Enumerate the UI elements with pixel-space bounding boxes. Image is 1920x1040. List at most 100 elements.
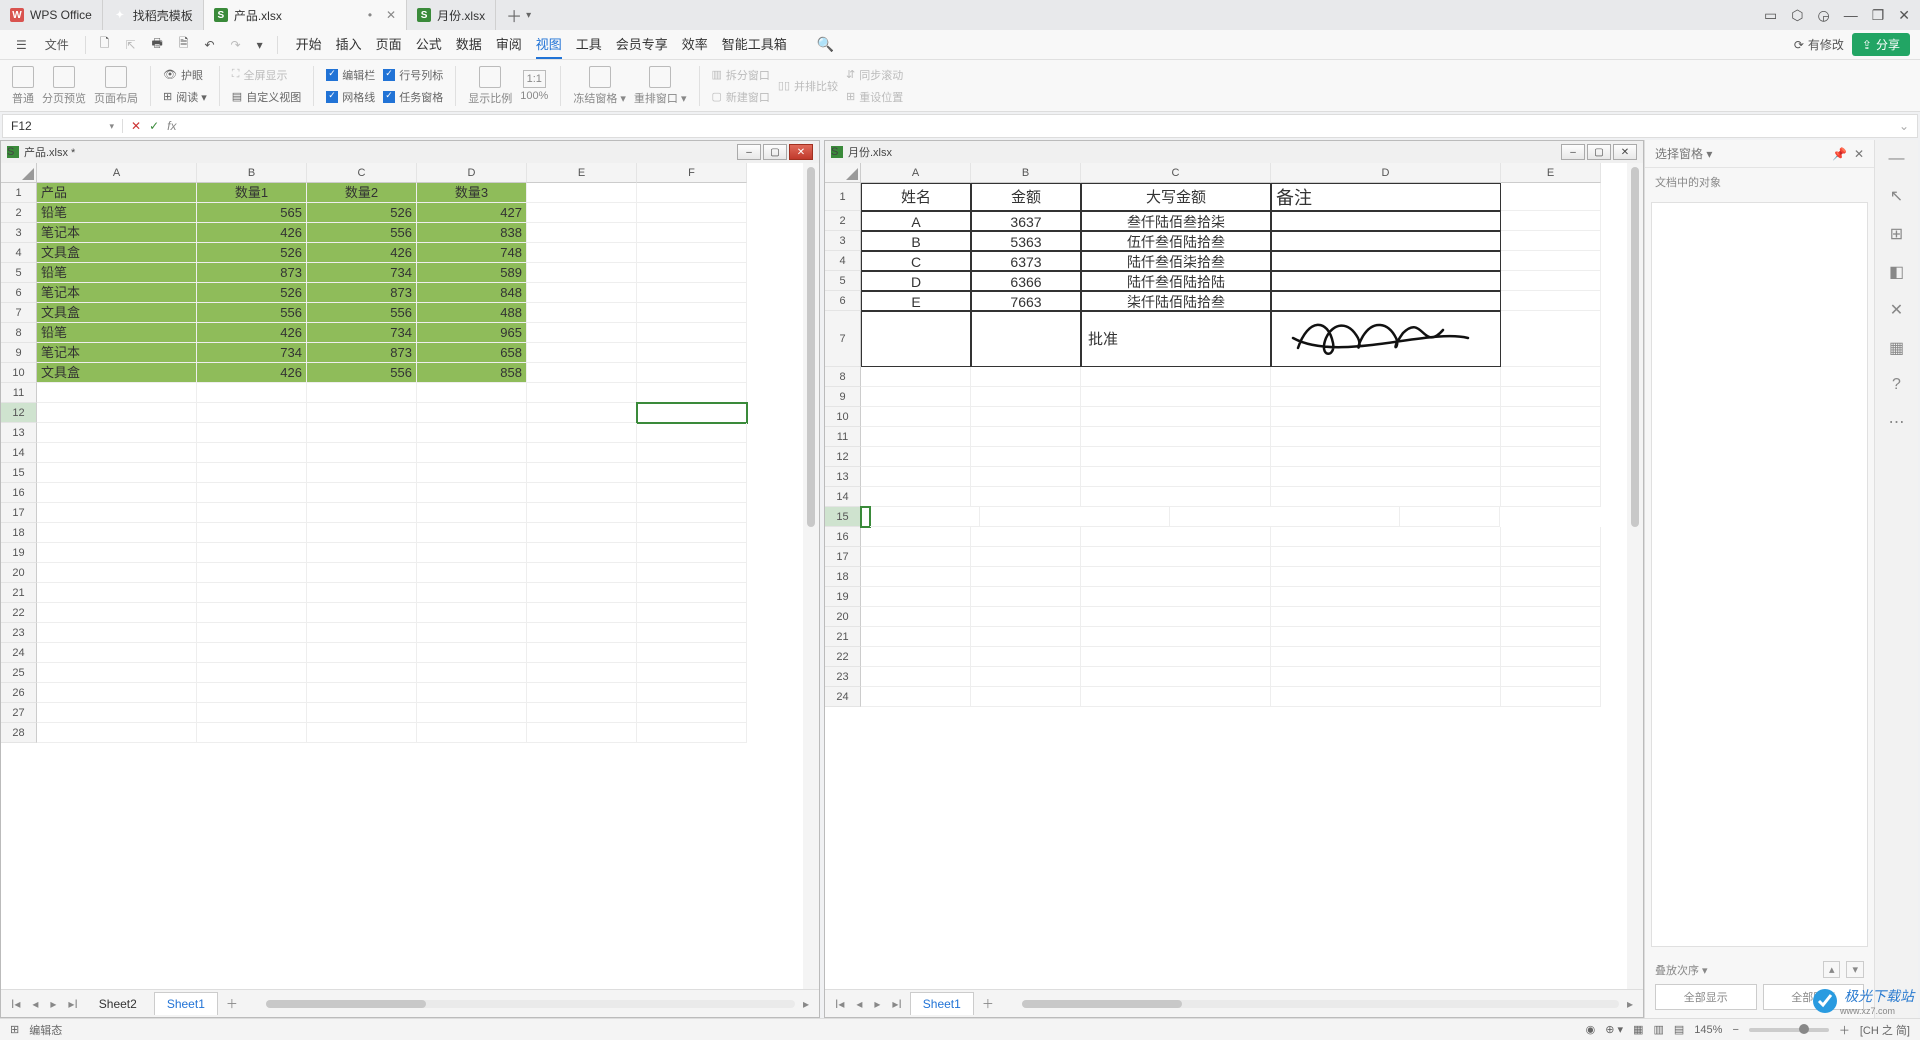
cell[interactable] <box>637 563 747 583</box>
row-header[interactable]: 28 <box>1 723 37 743</box>
col-header[interactable]: E <box>1501 163 1601 183</box>
hscroll[interactable] <box>266 997 795 1011</box>
cell[interactable]: C <box>861 251 971 271</box>
cell[interactable] <box>1271 527 1501 547</box>
app-tab-product[interactable]: S产品.xlsx•✕ <box>204 0 407 30</box>
cell[interactable]: 数量1 <box>197 183 307 203</box>
cell[interactable]: 848 <box>417 283 527 303</box>
row-header[interactable]: 22 <box>825 647 861 667</box>
view-pagebreak[interactable]: 分页预览 <box>42 66 86 106</box>
cell[interactable] <box>527 723 637 743</box>
cell[interactable] <box>417 403 527 423</box>
row-header[interactable]: 13 <box>1 423 37 443</box>
cell[interactable]: 873 <box>307 283 417 303</box>
cell[interactable]: 526 <box>307 203 417 223</box>
cell[interactable] <box>197 423 307 443</box>
cell[interactable] <box>637 223 747 243</box>
cell[interactable] <box>37 603 197 623</box>
sheet-nav-last[interactable]: ▸I <box>64 997 81 1011</box>
cell[interactable] <box>527 423 637 443</box>
cell[interactable] <box>637 383 747 403</box>
col-header[interactable]: E <box>527 163 637 183</box>
row-header[interactable]: 15 <box>825 507 861 527</box>
cell[interactable] <box>637 323 747 343</box>
sheet-nav-first[interactable]: I◂ <box>7 997 24 1011</box>
cell[interactable] <box>37 463 197 483</box>
row-header[interactable]: 15 <box>1 463 37 483</box>
cube-icon[interactable]: ⬡ <box>1791 7 1803 24</box>
save-icon[interactable]: 🗋 <box>94 30 116 59</box>
cell[interactable] <box>1081 467 1271 487</box>
cell[interactable] <box>197 403 307 423</box>
cell[interactable] <box>37 543 197 563</box>
restore-icon[interactable]: ❐ <box>1872 7 1885 24</box>
cell[interactable] <box>637 643 747 663</box>
cell[interactable] <box>1271 251 1501 271</box>
show-all-button[interactable]: 全部显示 <box>1655 984 1757 1010</box>
doc-min-icon[interactable]: – <box>1561 144 1585 160</box>
cell[interactable]: 873 <box>197 263 307 283</box>
row-header[interactable]: 6 <box>1 283 37 303</box>
cell[interactable] <box>307 483 417 503</box>
cell[interactable] <box>527 263 637 283</box>
more-icon[interactable]: ⋯ <box>1889 412 1905 432</box>
row-header[interactable]: 23 <box>825 667 861 687</box>
cell[interactable] <box>1501 547 1601 567</box>
cell[interactable]: 笔记本 <box>37 343 197 363</box>
cell[interactable] <box>527 283 637 303</box>
row-header[interactable]: 5 <box>825 271 861 291</box>
col-header[interactable]: C <box>1081 163 1271 183</box>
row-header[interactable]: 14 <box>1 443 37 463</box>
row-header[interactable]: 2 <box>825 211 861 231</box>
cell[interactable] <box>1501 567 1601 587</box>
tab-member[interactable]: 会员专享 <box>616 30 668 59</box>
cell[interactable]: 6366 <box>971 271 1081 291</box>
cell[interactable] <box>527 523 637 543</box>
split-window[interactable]: ▥ 拆分窗口 <box>712 67 770 83</box>
account-icon[interactable]: ◶ <box>1817 7 1829 24</box>
cell[interactable] <box>861 667 971 687</box>
cell[interactable] <box>861 607 971 627</box>
app-tab-wps[interactable]: WWPS Office <box>0 0 103 30</box>
cell[interactable] <box>1271 467 1501 487</box>
cell[interactable]: 6373 <box>971 251 1081 271</box>
cell[interactable]: 笔记本 <box>37 283 197 303</box>
cell[interactable] <box>37 403 197 423</box>
sheet-nav-next[interactable]: ▸ <box>870 997 884 1011</box>
cell[interactable] <box>1081 447 1271 467</box>
cell[interactable]: 838 <box>417 223 527 243</box>
cell[interactable] <box>1081 647 1271 667</box>
cell[interactable]: 965 <box>417 323 527 343</box>
row-header[interactable]: 1 <box>1 183 37 203</box>
cell[interactable] <box>1501 311 1601 367</box>
cell[interactable] <box>861 447 971 467</box>
cell[interactable]: 铅笔 <box>37 323 197 343</box>
cell[interactable] <box>1081 667 1271 687</box>
row-header[interactable]: 11 <box>1 383 37 403</box>
cell[interactable] <box>307 663 417 683</box>
cell[interactable] <box>527 183 637 203</box>
cell[interactable] <box>197 463 307 483</box>
cell[interactable] <box>1271 231 1501 251</box>
cell[interactable] <box>417 723 527 743</box>
cell[interactable] <box>1271 587 1501 607</box>
cell[interactable] <box>637 263 747 283</box>
cell[interactable] <box>971 547 1081 567</box>
cell[interactable] <box>527 563 637 583</box>
cell[interactable] <box>37 643 197 663</box>
doc-max-icon[interactable]: ▢ <box>1587 144 1611 160</box>
cell[interactable]: 427 <box>417 203 527 223</box>
cell[interactable] <box>417 423 527 443</box>
cell[interactable] <box>861 527 971 547</box>
close-icon[interactable]: ✕ <box>1898 7 1910 24</box>
cell[interactable] <box>417 443 527 463</box>
cell[interactable] <box>1501 211 1601 231</box>
zoom-in-icon[interactable]: ＋ <box>1839 1022 1850 1038</box>
cell[interactable]: 565 <box>197 203 307 223</box>
tab-tools[interactable]: 工具 <box>576 30 602 59</box>
cell[interactable] <box>197 483 307 503</box>
row-header[interactable]: 18 <box>825 567 861 587</box>
cell[interactable] <box>870 507 980 527</box>
cell[interactable]: 文具盒 <box>37 363 197 383</box>
read-mode[interactable]: ⊞ 阅读 ▾ <box>163 89 207 105</box>
